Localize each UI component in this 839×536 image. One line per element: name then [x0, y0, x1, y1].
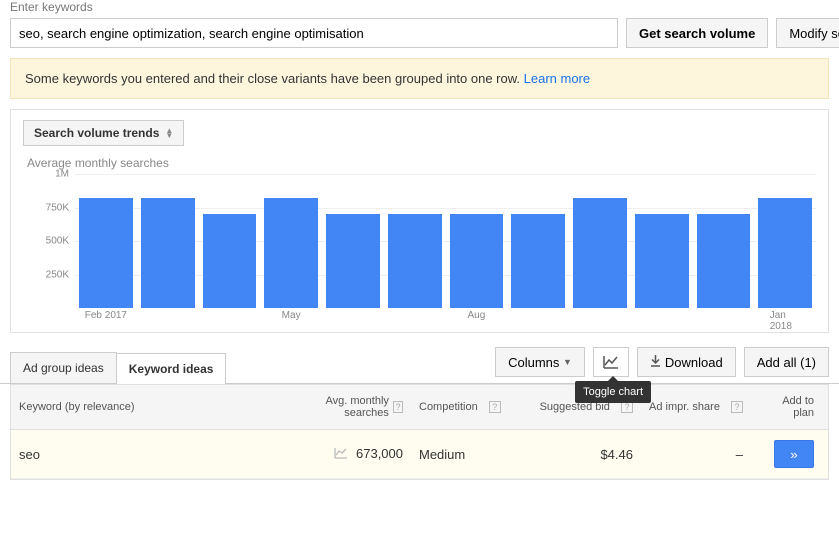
- chart-title: Average monthly searches: [27, 156, 816, 170]
- toggle-chart-tooltip: Toggle chart: [575, 381, 651, 403]
- table-row: seo673,000Medium$4.46–»: [11, 430, 828, 479]
- chart-metric-label: Search volume trends: [34, 126, 159, 140]
- keywords-input[interactable]: [10, 18, 618, 48]
- help-icon[interactable]: ?: [731, 401, 743, 413]
- col-header-impr[interactable]: Ad impr. share ?: [641, 385, 751, 429]
- col-header-avg[interactable]: Avg. monthly searches?: [291, 385, 411, 429]
- x-tick-label: Feb 2017: [85, 310, 127, 321]
- col-header-keyword[interactable]: Keyword (by relevance): [11, 385, 291, 429]
- chart-metric-dropdown[interactable]: Search volume trends ▲▼: [23, 120, 184, 146]
- add-to-plan-button[interactable]: »: [774, 440, 814, 468]
- cell-avg: 673,000: [291, 436, 411, 472]
- chart-panel: Search volume trends ▲▼ Average monthly …: [10, 109, 829, 333]
- chart-bar: [511, 214, 565, 308]
- caret-down-icon: ▼: [563, 357, 572, 367]
- cell-impr: –: [641, 437, 751, 472]
- cell-bid: $4.46: [531, 437, 641, 472]
- x-tick-label: Jan 2018: [770, 310, 801, 332]
- cell-competition: Medium: [411, 437, 531, 472]
- get-search-volume-button[interactable]: Get search volume: [626, 18, 768, 48]
- chart-bar: [264, 198, 318, 308]
- download-icon: [650, 355, 661, 370]
- toggle-chart-button[interactable]: [593, 347, 629, 377]
- results-table: Keyword (by relevance) Avg. monthly sear…: [10, 384, 829, 480]
- y-tick-label: 250K: [46, 269, 69, 280]
- chart-bar: [758, 198, 812, 308]
- help-icon[interactable]: ?: [489, 401, 501, 413]
- sort-arrows-icon: ▲▼: [165, 128, 173, 138]
- chart-bar: [388, 214, 442, 308]
- chart-bar: [573, 198, 627, 308]
- add-all-button[interactable]: Add all (1): [744, 347, 829, 377]
- cell-keyword: seo: [11, 437, 291, 472]
- cell-add: »: [751, 430, 828, 478]
- y-tick-label: 1M: [55, 169, 69, 180]
- keywords-label: Enter keywords: [10, 0, 829, 14]
- tab-keyword-ideas[interactable]: Keyword ideas: [116, 353, 227, 384]
- chart-bar: [635, 214, 689, 308]
- chart-bar: [697, 214, 751, 308]
- sparkline-icon[interactable]: [334, 447, 348, 462]
- chart-bar: [141, 198, 195, 308]
- chart-bar: [326, 214, 380, 308]
- col-header-competition[interactable]: Competition ?: [411, 385, 531, 429]
- line-chart-icon: [603, 355, 619, 369]
- download-button[interactable]: Download: [637, 347, 736, 377]
- learn-more-link[interactable]: Learn more: [524, 71, 590, 86]
- chart-bar: [450, 214, 504, 308]
- chart-bar: [203, 214, 257, 308]
- x-tick-label: May: [282, 310, 301, 321]
- notice-text: Some keywords you entered and their clos…: [25, 71, 524, 86]
- tab-ad-group-ideas[interactable]: Ad group ideas: [10, 352, 117, 383]
- chart-area: 250K500K750K1M Feb 2017MayAugJan 2018: [23, 174, 816, 326]
- modify-search-button[interactable]: Modify search: [776, 18, 839, 48]
- columns-button[interactable]: Columns ▼: [495, 347, 585, 377]
- col-header-add: Add to plan: [751, 385, 828, 429]
- y-tick-label: 500K: [46, 236, 69, 247]
- chart-bar: [79, 198, 133, 308]
- y-tick-label: 750K: [46, 202, 69, 213]
- x-tick-label: Aug: [467, 310, 485, 321]
- help-icon[interactable]: ?: [393, 401, 403, 413]
- notice-banner: Some keywords you entered and their clos…: [10, 58, 829, 99]
